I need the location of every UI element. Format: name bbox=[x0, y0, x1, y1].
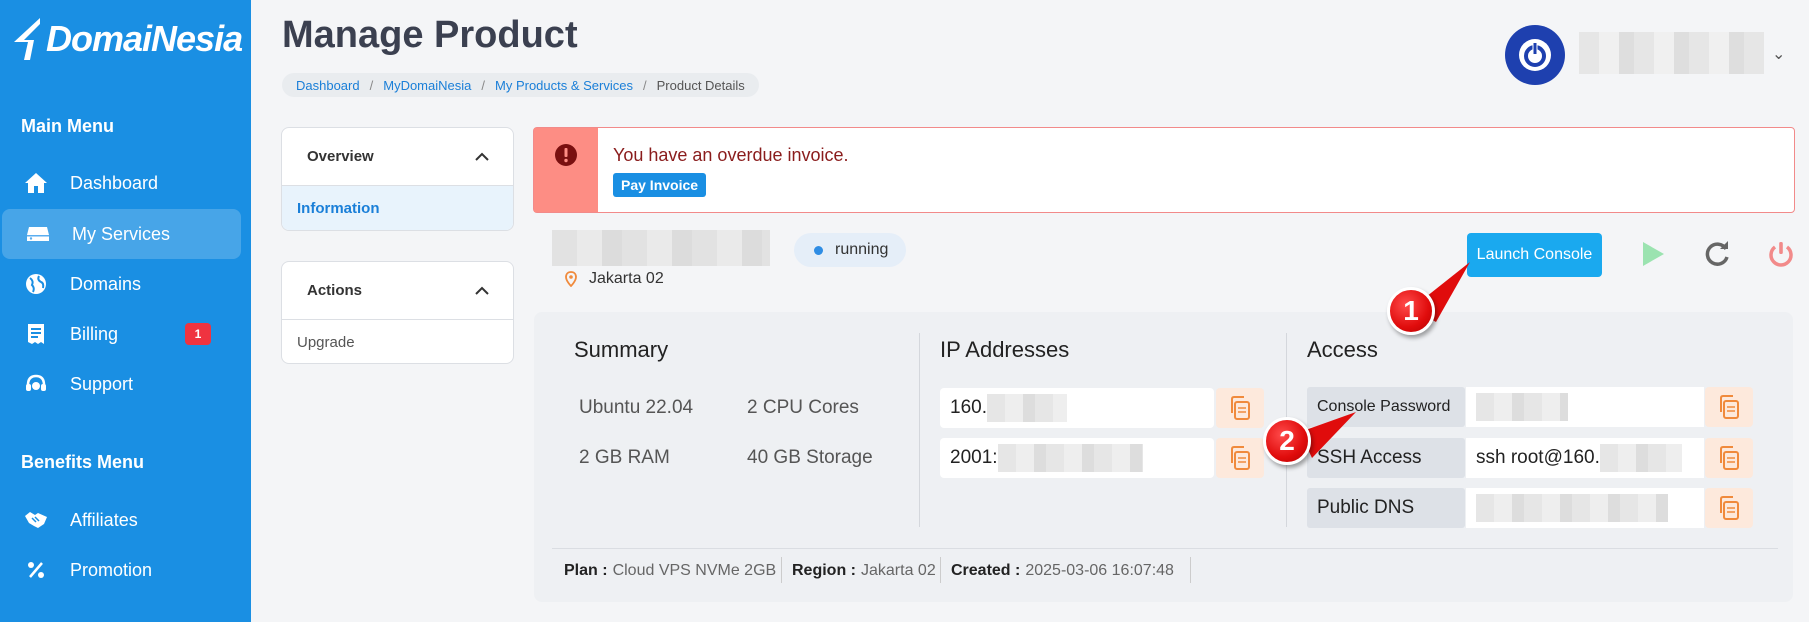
callout-2-marker: 2 bbox=[1263, 417, 1311, 465]
callout-1-marker: 1 bbox=[1387, 287, 1435, 335]
callout-pointers bbox=[1300, 262, 1470, 458]
